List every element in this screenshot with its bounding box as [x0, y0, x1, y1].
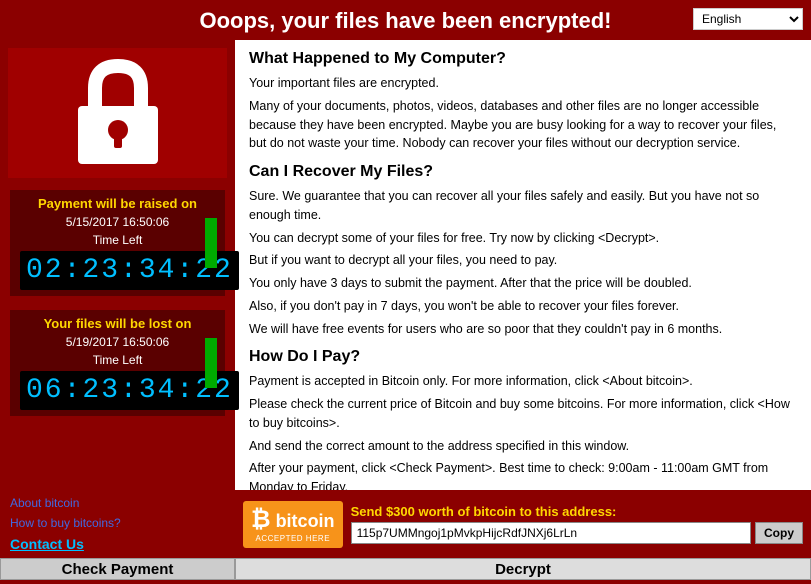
timer1-time-left-label: Time Left	[20, 233, 215, 247]
header-title: Ooops, your files have been encrypted!	[200, 8, 612, 33]
main-layout: Payment will be raised on 5/15/2017 16:5…	[0, 40, 811, 490]
left-panel: Payment will be raised on 5/15/2017 16:5…	[0, 40, 235, 490]
check-payment-button[interactable]: Check Payment	[0, 558, 235, 580]
section3-p1: Payment is accepted in Bitcoin only. For…	[249, 372, 797, 391]
section2-p5: Also, if you don't pay in 7 days, you wo…	[249, 297, 797, 316]
section2-p1: Sure. We guarantee that you can recover …	[249, 187, 797, 225]
right-panel: What Happened to My Computer? Your impor…	[235, 40, 811, 490]
section3-p3: And send the correct amount to the addre…	[249, 437, 797, 456]
bitcoin-address-input[interactable]	[351, 522, 751, 544]
section1-title: What Happened to My Computer?	[249, 50, 797, 68]
bitcoin-accepted-text: ACCEPTED HERE	[251, 534, 335, 543]
language-select[interactable]: EnglishSpanishFrenchGermanChinese	[693, 8, 803, 30]
timer2-date: 5/19/2017 16:50:06	[20, 335, 215, 349]
bottom-section: About bitcoin How to buy bitcoins? Conta…	[0, 490, 811, 580]
timer1-box: Payment will be raised on 5/15/2017 16:5…	[8, 188, 227, 298]
section1-p1: Your important files are encrypted.	[249, 74, 797, 93]
lock-icon	[73, 58, 163, 168]
section1-p2: Many of your documents, photos, videos, …	[249, 97, 797, 153]
section3-title: How Do I Pay?	[249, 348, 797, 366]
header: Ooops, your files have been encrypted! E…	[0, 0, 811, 40]
left-links: About bitcoin How to buy bitcoins? Conta…	[0, 490, 235, 558]
bitcoin-symbol: ₿ bitcoin	[251, 506, 335, 534]
timer1-green-bar	[205, 218, 217, 268]
about-bitcoin-link[interactable]: About bitcoin	[10, 496, 225, 510]
section2-title: Can I Recover My Files?	[249, 163, 797, 181]
section3-p2: Please check the current price of Bitcoi…	[249, 395, 797, 433]
send-label: Send $300 worth of bitcoin to this addre…	[351, 504, 803, 519]
timer2-green-bar	[205, 338, 217, 388]
section2-p6: We will have free events for users who a…	[249, 320, 797, 339]
timer2-time-left-label: Time Left	[20, 353, 215, 367]
contact-us-link[interactable]: Contact Us	[10, 536, 225, 552]
section2-p4: You only have 3 days to submit the payme…	[249, 274, 797, 293]
timer2-warning-label: Your files will be lost on	[20, 316, 215, 333]
section2-p2: You can decrypt some of your files for f…	[249, 229, 797, 248]
section3-p4: After your payment, click <Check Payment…	[249, 459, 797, 490]
address-row: Copy	[351, 522, 803, 544]
timer1-date: 5/15/2017 16:50:06	[20, 215, 215, 229]
timer1-warning-label: Payment will be raised on	[20, 196, 215, 213]
bitcoin-and-links-row: About bitcoin How to buy bitcoins? Conta…	[0, 490, 811, 558]
action-buttons-row: Check Payment Decrypt	[0, 558, 811, 580]
copy-button[interactable]: Copy	[755, 522, 803, 544]
bitcoin-logo: ₿ bitcoin ACCEPTED HERE	[243, 501, 343, 548]
bitcoin-info: Send $300 worth of bitcoin to this addre…	[351, 504, 803, 544]
timer2-box: Your files will be lost on 5/19/2017 16:…	[8, 308, 227, 418]
decrypt-button[interactable]: Decrypt	[235, 558, 811, 580]
lock-icon-container	[8, 48, 227, 178]
how-to-buy-link[interactable]: How to buy bitcoins?	[10, 516, 225, 530]
bitcoin-section: ₿ bitcoin ACCEPTED HERE Send $300 worth …	[235, 490, 811, 558]
section2-p3: But if you want to decrypt all your file…	[249, 251, 797, 270]
